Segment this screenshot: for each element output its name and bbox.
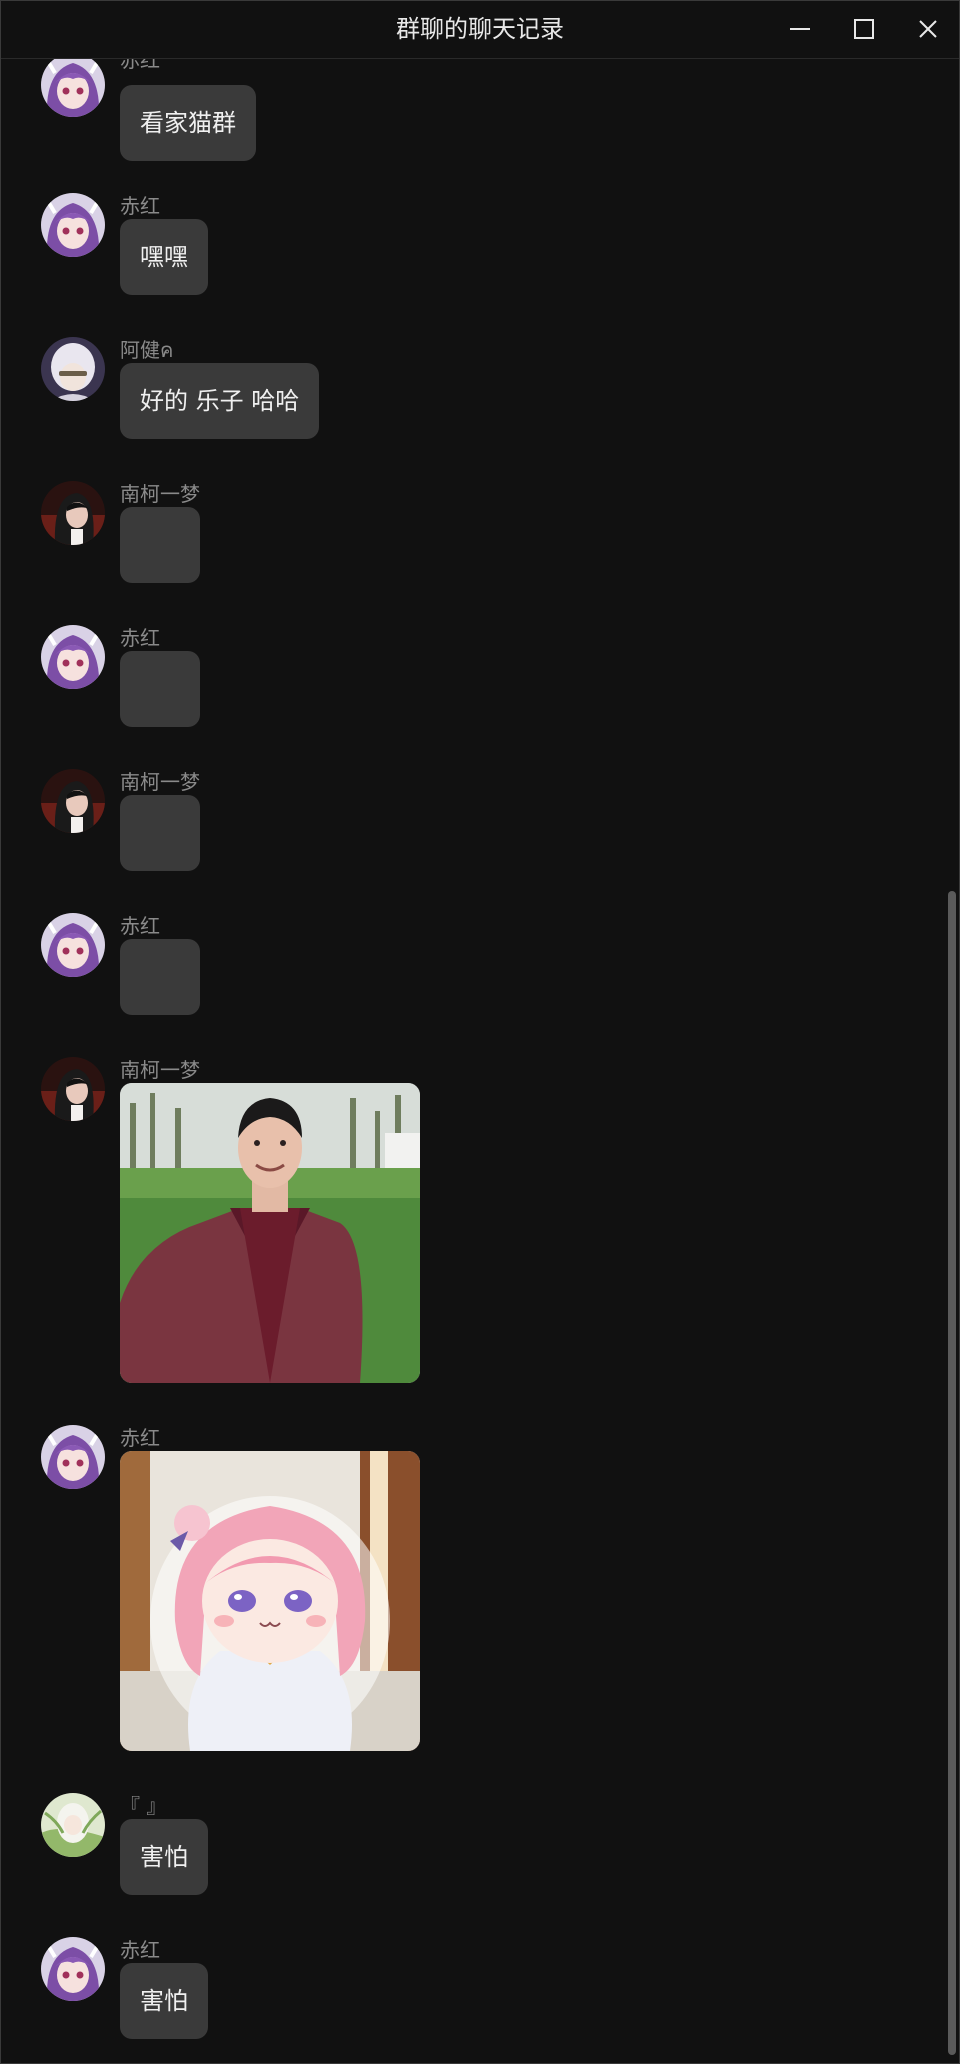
image-message[interactable]: [120, 1451, 420, 1751]
minimize-icon: [790, 28, 810, 30]
message-bubble[interactable]: 害怕: [120, 1819, 208, 1895]
sender-name: 南柯一梦: [120, 482, 200, 506]
sender-name: 赤红: [120, 1938, 160, 1962]
message-bubble[interactable]: [120, 939, 200, 1015]
message-bubble[interactable]: [120, 507, 200, 583]
message-list[interactable]: 赤红 看家猫群 赤红 嘿嘿 阿健ค 好的 乐子 哈哈 南柯一梦 赤红 南柯一梦 …: [1, 59, 941, 2063]
sender-name: 赤红: [120, 626, 160, 650]
sender-name: 『 』: [120, 1794, 167, 1818]
minimize-button[interactable]: [775, 7, 825, 51]
avatar[interactable]: [41, 913, 105, 977]
vertical-scrollbar[interactable]: [945, 59, 959, 2063]
maximize-icon: [854, 19, 874, 39]
avatar[interactable]: [41, 481, 105, 545]
anime-purple-hair-avatar-icon: [41, 59, 105, 117]
message-bubble[interactable]: 好的 乐子 哈哈: [120, 363, 320, 439]
avatar[interactable]: [41, 193, 105, 257]
chat-history-window: 群聊的聊天记录 赤红 看家猫群 赤红 嘿嘿 阿健ค 好的 乐子 哈哈 南柯一梦 …: [0, 0, 960, 2064]
sender-name: 赤红: [120, 1426, 160, 1450]
anime-purple-hair-avatar-icon: [41, 1937, 105, 2001]
green-white-avatar-icon: [41, 1793, 105, 1857]
white-hair-avatar-icon: [41, 337, 105, 401]
sender-name: 南柯一梦: [120, 1058, 200, 1082]
avatar[interactable]: [41, 337, 105, 401]
avatar[interactable]: [41, 769, 105, 833]
close-icon: [919, 20, 937, 38]
avatar[interactable]: [41, 1057, 105, 1121]
sender-name: 赤红: [120, 914, 160, 938]
message-bubble[interactable]: 嘿嘿: [120, 219, 208, 295]
message-bubble[interactable]: [120, 651, 200, 727]
avatar[interactable]: [41, 625, 105, 689]
sender-name: 赤红: [120, 194, 160, 218]
maximize-button[interactable]: [839, 7, 889, 51]
anime-purple-hair-avatar-icon: [41, 625, 105, 689]
title-bar[interactable]: 群聊的聊天记录: [1, 1, 959, 59]
image-message[interactable]: [120, 1083, 420, 1383]
scrollbar-thumb[interactable]: [948, 891, 956, 2055]
sender-name: 阿健ค: [120, 338, 174, 362]
avatar[interactable]: [41, 1793, 105, 1857]
message-bubble[interactable]: 害怕: [120, 1963, 208, 2039]
avatar[interactable]: [41, 1937, 105, 2001]
avatar[interactable]: [41, 1425, 105, 1489]
anime-dark-hair-avatar-icon: [41, 769, 105, 833]
anime-dark-hair-avatar-icon: [41, 481, 105, 545]
message-bubble[interactable]: 看家猫群: [120, 85, 256, 161]
anime-purple-hair-avatar-icon: [41, 913, 105, 977]
anime-dark-hair-avatar-icon: [41, 1057, 105, 1121]
anime-girl-sticker-icon: [120, 1451, 420, 1751]
sender-name: 南柯一梦: [120, 770, 200, 794]
close-button[interactable]: [903, 7, 953, 51]
avatar[interactable]: [41, 59, 105, 117]
anime-purple-hair-avatar-icon: [41, 1425, 105, 1489]
sender-name: 赤红: [120, 59, 160, 72]
anime-purple-hair-avatar-icon: [41, 193, 105, 257]
photo-man-in-field-icon: [120, 1083, 420, 1383]
message-bubble[interactable]: [120, 795, 200, 871]
